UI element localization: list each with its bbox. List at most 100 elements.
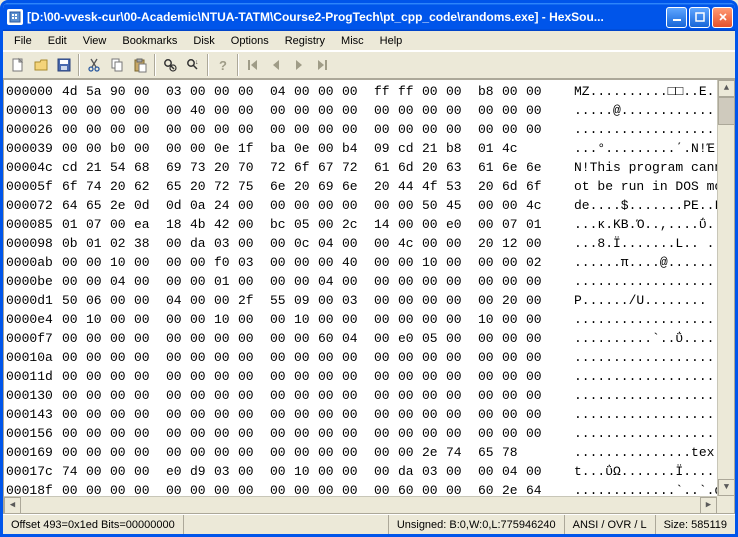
- ascii-cell[interactable]: MZ..........□□..E..: [574, 82, 717, 101]
- ascii-cell[interactable]: de....$.......PE..L: [574, 196, 717, 215]
- titlebar[interactable]: [D:\00-vvesk-cur\00-Academic\NTUA-TATM\C…: [3, 3, 735, 31]
- hex-view[interactable]: 0000004d5a90000300000004000000ffff0000b8…: [3, 79, 735, 514]
- save-button[interactable]: [53, 54, 75, 76]
- hex-row[interactable]: 0000d1500600000400002f550900030000000000…: [6, 291, 715, 310]
- hex-row[interactable]: 000085010700ea184b4200bc05002c140000e000…: [6, 215, 715, 234]
- hex-bytes[interactable]: 00000000000000000000000000600000602e64: [62, 481, 574, 496]
- hex-bytes[interactable]: 00000000000000000000000000000000000000: [62, 120, 574, 139]
- hex-row[interactable]: 00005f6f742062652072756e20696e20444f5320…: [6, 177, 715, 196]
- hex-bytes[interactable]: 00000000000000000000000000000000000000: [62, 424, 574, 443]
- hex-row[interactable]: 0000390000b00000000e1fba0e00b409cd21b801…: [6, 139, 715, 158]
- hex-bytes[interactable]: 00000000000000000000000000000000000000: [62, 386, 574, 405]
- nav-last-button[interactable]: [311, 54, 333, 76]
- hex-row[interactable]: 00016900000000000000000000000000002e7465…: [6, 443, 715, 462]
- hex-bytes[interactable]: 74000000e0d903000010000000da0300000400: [62, 462, 574, 481]
- menu-view[interactable]: View: [76, 33, 114, 49]
- maximize-button[interactable]: [689, 7, 710, 28]
- find-next-button[interactable]: ↓: [182, 54, 204, 76]
- hex-row[interactable]: 00017c74000000e0d903000010000000da030000…: [6, 462, 715, 481]
- hex-row[interactable]: 00018f0000000000000000000000000060000060…: [6, 481, 715, 496]
- ascii-cell[interactable]: ...................: [574, 424, 717, 443]
- menu-options[interactable]: Options: [224, 33, 276, 49]
- hex-bytes[interactable]: 00000000004000000000000000000000000000: [62, 101, 574, 120]
- ascii-cell[interactable]: ...................: [574, 120, 717, 139]
- ascii-cell[interactable]: .............`..`.d: [574, 481, 717, 496]
- scroll-up-icon[interactable]: ▲: [718, 80, 735, 97]
- horizontal-scrollbar[interactable]: ◀ ▶: [4, 496, 717, 513]
- ascii-cell[interactable]: ...................: [574, 272, 717, 291]
- ascii-cell[interactable]: ...................: [574, 310, 717, 329]
- hex-row[interactable]: 00004ccd21546869732070726f6772616d206361…: [6, 158, 715, 177]
- scroll-right-icon[interactable]: ▶: [700, 497, 717, 514]
- ascii-cell[interactable]: P....../U........ .: [574, 291, 717, 310]
- hex-row[interactable]: 0000f700000000000000000000600400e0050000…: [6, 329, 715, 348]
- menu-misc[interactable]: Misc: [334, 33, 371, 49]
- ascii-cell[interactable]: ...°.........΄.Ν!Έ.L: [574, 139, 717, 158]
- minimize-button[interactable]: [666, 7, 687, 28]
- menu-disk[interactable]: Disk: [186, 33, 221, 49]
- hex-row[interactable]: 0001430000000000000000000000000000000000…: [6, 405, 715, 424]
- hex-bytes[interactable]: 0000b00000000e1fba0e00b409cd21b8014c: [62, 139, 574, 158]
- hex-bytes[interactable]: 00100000000010000010000000000000100000: [62, 310, 574, 329]
- find-button[interactable]: [159, 54, 181, 76]
- ascii-cell[interactable]: ...................: [574, 386, 717, 405]
- nav-prev-button[interactable]: [265, 54, 287, 76]
- open-button[interactable]: [30, 54, 52, 76]
- scroll-thumb[interactable]: [718, 97, 735, 125]
- menu-edit[interactable]: Edit: [41, 33, 74, 49]
- hex-bytes[interactable]: 000010000000f0030000004000001000000002: [62, 253, 574, 272]
- ascii-cell[interactable]: ...................: [574, 367, 717, 386]
- new-button[interactable]: [7, 54, 29, 76]
- hex-bytes[interactable]: 6f742062652072756e20696e20444f53206d6f: [62, 177, 574, 196]
- ascii-cell[interactable]: ...............tex: [574, 443, 714, 462]
- hex-bytes[interactable]: 00000000000000000000000000002e746578: [62, 443, 574, 462]
- copy-button[interactable]: [106, 54, 128, 76]
- menu-file[interactable]: File: [7, 33, 39, 49]
- hex-row[interactable]: 0001560000000000000000000000000000000000…: [6, 424, 715, 443]
- hex-bytes[interactable]: 64652e0d0d0a2400000000000000504500004c: [62, 196, 574, 215]
- scroll-down-icon[interactable]: ▼: [718, 479, 735, 496]
- hex-row[interactable]: 0000260000000000000000000000000000000000…: [6, 120, 715, 139]
- ascii-cell[interactable]: Ν!This program cann: [574, 158, 717, 177]
- ascii-cell[interactable]: ot be run in DOS mo: [574, 177, 717, 196]
- hex-row[interactable]: 0000980b01023800da0300000c0400004c000020…: [6, 234, 715, 253]
- hex-row[interactable]: 00010a0000000000000000000000000000000000…: [6, 348, 715, 367]
- hex-bytes[interactable]: 4d5a90000300000004000000ffff0000b80000: [62, 82, 574, 101]
- ascii-cell[interactable]: .....@.............: [574, 101, 717, 120]
- cut-button[interactable]: [83, 54, 105, 76]
- hex-bytes[interactable]: 00000000000000000000600400e00500000000: [62, 329, 574, 348]
- vertical-scrollbar[interactable]: ▲ ▼: [717, 80, 734, 496]
- menu-help[interactable]: Help: [373, 33, 410, 49]
- hex-bytes[interactable]: 010700ea184b4200bc05002c140000e0000701: [62, 215, 574, 234]
- hex-bytes[interactable]: cd21546869732070726f6772616d2063616e6e: [62, 158, 574, 177]
- scroll-left-icon[interactable]: ◀: [4, 497, 21, 514]
- ascii-cell[interactable]: ...8.Ϊ.......L.. ..: [574, 234, 717, 253]
- close-button[interactable]: [712, 7, 733, 28]
- hex-row[interactable]: 00007264652e0d0d0a2400000000000000504500…: [6, 196, 715, 215]
- hex-row[interactable]: 0001300000000000000000000000000000000000…: [6, 386, 715, 405]
- menu-registry[interactable]: Registry: [278, 33, 332, 49]
- paste-button[interactable]: [129, 54, 151, 76]
- hex-bytes[interactable]: 00000400000001000000040000000000000000: [62, 272, 574, 291]
- hex-rows[interactable]: 0000004d5a90000300000004000000ffff0000b8…: [4, 80, 717, 496]
- hex-bytes[interactable]: 00000000000000000000000000000000000000: [62, 405, 574, 424]
- ascii-cell[interactable]: ...................: [574, 348, 717, 367]
- menu-bookmarks[interactable]: Bookmarks: [115, 33, 184, 49]
- ascii-cell[interactable]: ...κ.KB.Ό..,....ΰ..: [574, 215, 717, 234]
- hex-bytes[interactable]: 500600000400002f5509000300000000002000: [62, 291, 574, 310]
- ascii-cell[interactable]: ......π....@.......: [574, 253, 717, 272]
- hex-row[interactable]: 0000004d5a90000300000004000000ffff0000b8…: [6, 82, 715, 101]
- ascii-cell[interactable]: ..........`..ΰ.....: [574, 329, 717, 348]
- ascii-cell[interactable]: ...................: [574, 405, 717, 424]
- hex-row[interactable]: 0000ab000010000000f003000000400000100000…: [6, 253, 715, 272]
- hex-bytes[interactable]: 00000000000000000000000000000000000000: [62, 348, 574, 367]
- hex-row[interactable]: 00011d0000000000000000000000000000000000…: [6, 367, 715, 386]
- nav-first-button[interactable]: [242, 54, 264, 76]
- hex-bytes[interactable]: 0b01023800da0300000c0400004c0000201200: [62, 234, 574, 253]
- hex-row[interactable]: 0000e40010000000001000001000000000000010…: [6, 310, 715, 329]
- nav-next-button[interactable]: [288, 54, 310, 76]
- hex-bytes[interactable]: 00000000000000000000000000000000000000: [62, 367, 574, 386]
- help-button[interactable]: ?: [212, 54, 234, 76]
- hex-row[interactable]: 0000be0000040000000100000004000000000000…: [6, 272, 715, 291]
- hex-row[interactable]: 0000130000000000400000000000000000000000…: [6, 101, 715, 120]
